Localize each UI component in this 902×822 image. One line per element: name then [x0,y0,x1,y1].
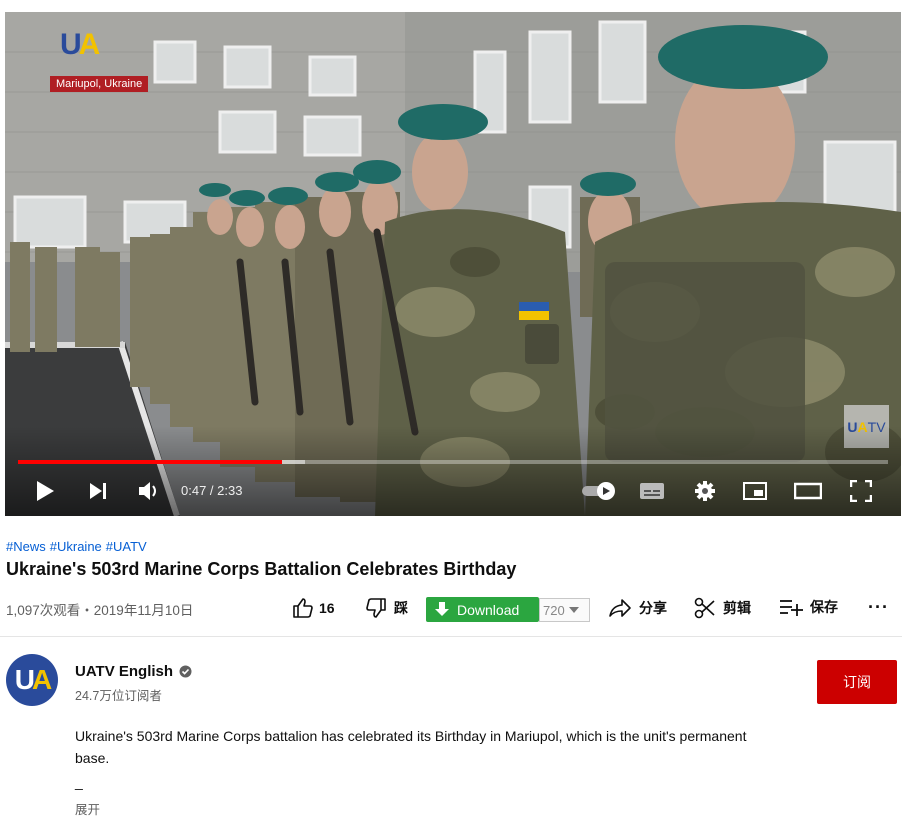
share-label: 分享 [639,600,667,616]
save-label: 保存 [810,599,838,615]
settings-button[interactable] [692,478,718,504]
download-label: Download [457,601,520,618]
time-display: 0:47 / 2:33 [181,483,243,498]
subscriber-count: 24.7万位订阅者 [75,689,162,703]
volume-icon [139,482,156,500]
miniplayer-icon [743,482,767,500]
channel-avatar[interactable]: UA [6,654,58,706]
play-button[interactable] [32,478,58,504]
dislike-label: 踩 [394,600,408,616]
time-total: 2:33 [217,483,243,498]
settings-gear-icon [695,481,715,501]
clip-label: 剪辑 [723,600,751,616]
more-actions-button[interactable]: ··· [868,597,889,618]
fullscreen-button[interactable] [848,478,874,504]
uatv-logo: UA [60,28,100,61]
subtitles-icon [640,483,664,499]
progress-played [18,460,283,464]
scissors-icon [694,597,715,619]
save-button[interactable]: 保存 [779,597,838,617]
hashtag-link[interactable]: #UATV [106,539,147,554]
time-current: 0:47 [181,483,207,498]
share-arrow-icon [609,599,631,617]
clip-button[interactable]: 剪辑 [694,597,751,619]
theater-mode-icon [794,482,822,500]
playlist-add-icon [780,600,803,616]
fullscreen-icon [850,480,872,502]
progress-bar[interactable] [18,460,888,464]
next-icon [90,483,106,499]
like-button[interactable]: 16 [291,597,335,619]
download-arrow-icon [435,602,449,616]
chevron-down-icon [568,607,579,613]
dislike-button[interactable]: 踩 [366,597,408,619]
description-text: Ukraine's 503rd Marine Corps battalion h… [75,728,747,766]
hashtags: #News #Ukraine #UATV [6,539,151,554]
channel-name-text: UATV English [75,663,174,680]
expand-description-button[interactable]: 展开 [75,799,100,818]
like-count: 16 [319,600,335,616]
share-button[interactable]: 分享 [608,597,667,619]
next-button[interactable] [85,478,111,504]
channel-name[interactable]: UATV English [75,663,192,680]
thumbs-down-icon [366,598,386,618]
download-button[interactable]: Download [426,597,539,622]
autoplay-toggle-icon [582,482,615,500]
subscribe-button[interactable]: 订阅 [817,660,897,704]
description-separator: _ [75,774,83,790]
thumbs-up-icon [293,598,313,618]
miniplayer-button[interactable] [742,478,768,504]
video-title: Ukraine's 503rd Marine Corps Battalion C… [6,559,517,579]
action-row: 1,097次观看・2019年11月10日 16 踩 Download 720 分… [6,597,902,623]
video-player[interactable]: UA Mariupol, Ukraine UATV 0:47 / 2:33 [5,12,901,516]
divider [0,636,902,637]
theater-mode-button[interactable] [793,478,823,504]
location-caption: Mariupol, Ukraine [50,76,149,92]
quality-select[interactable]: 720 [539,598,590,622]
verified-check-icon [179,665,192,678]
hashtag-link[interactable]: #Ukraine [50,539,102,554]
autoplay-toggle[interactable] [580,478,620,504]
hashtag-link[interactable]: #News [6,539,46,554]
channel-bug-overlay: UA Mariupol, Ukraine [50,26,149,92]
views-and-date: 1,097次观看・2019年11月10日 [6,603,194,618]
volume-button[interactable] [136,478,162,504]
play-icon [37,481,54,501]
quality-value: 720 [543,602,565,618]
subtitles-button[interactable] [639,478,665,504]
